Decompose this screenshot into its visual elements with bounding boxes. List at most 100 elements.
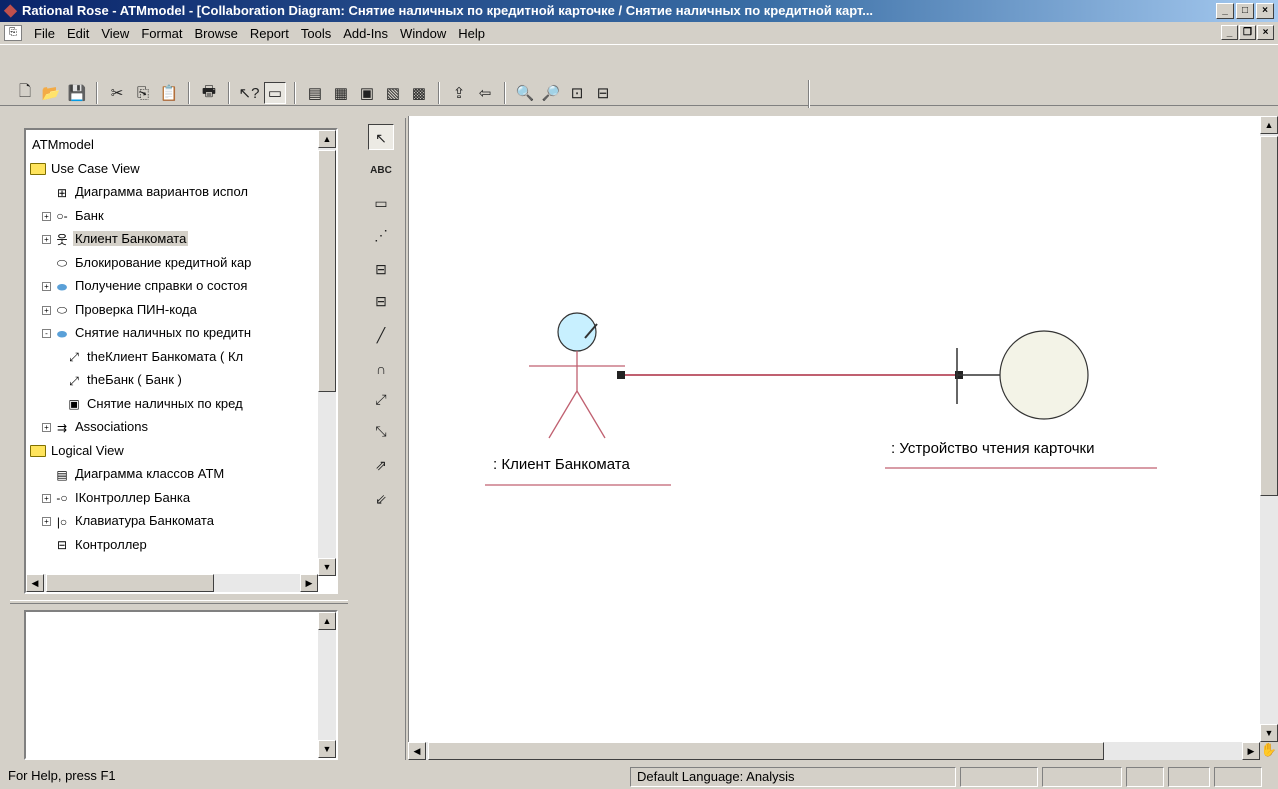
canvas-vscroll-thumb[interactable] [1260, 136, 1278, 496]
save-icon[interactable]: 💾 [66, 82, 88, 104]
zoom-in-icon[interactable]: 🔍 [514, 82, 536, 104]
menu-window[interactable]: Window [394, 26, 452, 41]
canvas-hscroll-thumb[interactable] [428, 742, 1104, 760]
tree-item[interactable]: ⊟ Контроллер [30, 534, 316, 558]
anchor-tool-icon[interactable]: ⋰ [368, 222, 394, 248]
tree-item[interactable]: + -○ IКонтроллер Банка [30, 487, 316, 511]
text-tool-icon[interactable]: ABC [368, 158, 394, 184]
tree-item[interactable]: + ⬬ Получение справки о состоя [30, 275, 316, 299]
browse-state-diagram-icon[interactable]: ▧ [382, 82, 404, 104]
copy-icon[interactable]: ⎘ [132, 82, 154, 104]
tree-item[interactable]: + 웃 Клиент Банкомата [30, 228, 316, 252]
paste-icon[interactable]: 📋 [158, 82, 180, 104]
canvas-scroll-down-icon[interactable]: ▼ [1260, 724, 1278, 742]
tree-item[interactable]: Use Case View [30, 158, 316, 182]
menu-edit[interactable]: Edit [61, 26, 95, 41]
documentation-window[interactable]: ▲ ▼ [24, 610, 338, 760]
scroll-thumb[interactable] [318, 150, 336, 392]
data-flow-tool-icon[interactable]: ⇗ [368, 452, 394, 478]
menu-browse[interactable]: Browse [188, 26, 243, 41]
browse-deployment-diagram-icon[interactable]: ▩ [408, 82, 430, 104]
browse-previous-icon[interactable]: ⇦ [474, 82, 496, 104]
diagram-canvas[interactable]: : Клиент Банкомата : Устройство чтения к… [408, 116, 1260, 742]
reverse-message-tool-icon[interactable]: ⤡ [368, 418, 394, 444]
expand-icon[interactable]: + [42, 517, 51, 527]
expand-icon[interactable]: + [42, 211, 51, 221]
doc-minimize-button[interactable]: _ [1221, 25, 1238, 40]
fit-in-window-icon[interactable]: ⊡ [566, 82, 588, 104]
doc-scroll-down-icon[interactable]: ▼ [318, 740, 336, 758]
note-tool-icon[interactable]: ▭ [368, 190, 394, 216]
doc-close-button[interactable]: × [1257, 25, 1274, 40]
tree-item[interactable]: + |○ Клавиатура Банкомата [30, 510, 316, 534]
object-link[interactable] [617, 371, 963, 379]
canvas-scroll-up-icon[interactable]: ▲ [1260, 116, 1278, 134]
tree-item[interactable]: ⊞ Диаграмма вариантов испол [30, 181, 316, 205]
context-help-icon[interactable]: ↖? [238, 82, 260, 104]
link-tool-icon[interactable]: ╱ [368, 322, 394, 348]
menu-view[interactable]: View [95, 26, 135, 41]
object-tool-icon[interactable]: ⊟ [368, 256, 394, 282]
cut-icon[interactable]: ✂ [106, 82, 128, 104]
document-menu-icon[interactable]: ⎘ [4, 25, 22, 41]
message-tool-icon[interactable]: ⤢ [368, 386, 394, 412]
browser-horizontal-scrollbar[interactable]: ◀ ▶ [26, 574, 318, 592]
print-icon[interactable]: 🖶 [198, 82, 220, 104]
doc-scroll-up-icon[interactable]: ▲ [318, 612, 336, 630]
collapse-icon[interactable]: - [42, 329, 51, 339]
expand-icon[interactable]: + [42, 493, 51, 503]
maximize-button[interactable]: □ [1236, 3, 1254, 19]
tree-item[interactable]: - ⬬ Снятие наличных по кредитн [30, 322, 316, 346]
menu-help[interactable]: Help [452, 26, 491, 41]
menu-format[interactable]: Format [135, 26, 188, 41]
browser-splitter[interactable] [10, 600, 348, 604]
class-instance-tool-icon[interactable]: ⊟ [368, 288, 394, 314]
tree-item[interactable]: + ○- Банк [30, 205, 316, 229]
zoom-out-icon[interactable]: 🔎 [540, 82, 562, 104]
tree-item[interactable]: ATMmodel [30, 134, 316, 158]
doc-vertical-scrollbar[interactable]: ▲ ▼ [318, 612, 336, 758]
browse-class-diagram-icon[interactable]: ▤ [304, 82, 326, 104]
canvas-vertical-scrollbar[interactable]: ▲ ▼ [1260, 116, 1278, 742]
canvas-horizontal-scrollbar[interactable]: ◀ ▶ [408, 742, 1260, 760]
tree-item[interactable]: + ⬭ Проверка ПИН-кода [30, 299, 316, 323]
menu-tools[interactable]: Tools [295, 26, 337, 41]
tree-item[interactable]: ⤢ theБанк ( Банк ) [30, 369, 316, 393]
browse-interaction-diagram-icon[interactable]: ▦ [330, 82, 352, 104]
tree-item[interactable]: ⤢ theКлиент Банкомата ( Кл [30, 346, 316, 370]
expand-icon[interactable]: + [42, 235, 51, 245]
hscroll-thumb[interactable] [46, 574, 214, 592]
scroll-left-icon[interactable]: ◀ [26, 574, 44, 592]
tree-item[interactable]: Logical View [30, 440, 316, 464]
scroll-down-icon[interactable]: ▼ [318, 558, 336, 576]
tree-item[interactable]: + ⇉ Associations [30, 416, 316, 440]
expand-icon[interactable]: + [42, 423, 51, 433]
scroll-right-icon[interactable]: ▶ [300, 574, 318, 592]
pan-hand-icon[interactable]: ✋ [1260, 742, 1278, 760]
open-folder-icon[interactable]: 📂 [40, 82, 62, 104]
undo-fit-icon[interactable]: ⊟ [592, 82, 614, 104]
browse-component-diagram-icon[interactable]: ▣ [356, 82, 378, 104]
tree-item[interactable]: ▣ Снятие наличных по кред [30, 393, 316, 417]
scroll-up-icon[interactable]: ▲ [318, 130, 336, 148]
new-file-icon[interactable]: 🗋 [14, 82, 36, 104]
boundary-object[interactable] [956, 330, 1089, 420]
minimize-button[interactable]: _ [1216, 3, 1234, 19]
view-documentation-icon[interactable]: ▭ [264, 82, 286, 104]
tree-item[interactable]: ▤ Диаграмма классов ATM [30, 463, 316, 487]
menu-file[interactable]: File [28, 26, 61, 41]
browse-parent-icon[interactable]: ⇪ [448, 82, 470, 104]
menu-report[interactable]: Report [244, 26, 295, 41]
expand-icon[interactable]: + [42, 282, 51, 292]
expand-icon[interactable]: + [42, 305, 51, 315]
tree-item[interactable]: ⬭ Блокирование кредитной кар [30, 252, 316, 276]
model-browser[interactable]: ATMmodel Use Case View ⊞ Диаграмма варианто… [24, 128, 338, 594]
pointer-tool-icon[interactable]: ↖ [368, 124, 394, 150]
reverse-data-flow-tool-icon[interactable]: ⇙ [368, 486, 394, 512]
self-link-tool-icon[interactable]: ∩ [368, 356, 394, 382]
browser-vertical-scrollbar[interactable]: ▲ ▼ [318, 130, 336, 576]
menu-add-ins[interactable]: Add-Ins [337, 26, 394, 41]
doc-restore-button[interactable]: ❐ [1239, 25, 1256, 40]
canvas-scroll-right-icon[interactable]: ▶ [1242, 742, 1260, 760]
close-button[interactable]: × [1256, 3, 1274, 19]
